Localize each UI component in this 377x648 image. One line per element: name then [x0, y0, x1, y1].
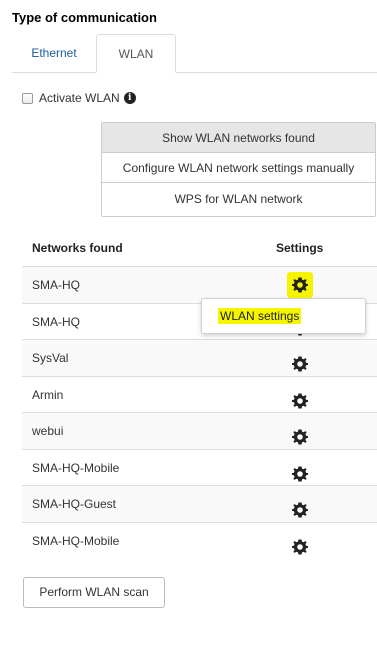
- perform-wlan-scan-button[interactable]: Perform WLAN scan: [23, 577, 165, 608]
- gear-icon[interactable]: [292, 423, 308, 445]
- table-row: SMA-HQ-Mobile: [22, 521, 377, 559]
- network-name: webui: [32, 424, 64, 438]
- table-row: Armin: [22, 375, 377, 413]
- wlan-settings-menu: WLAN settings: [201, 298, 366, 334]
- section-title: Type of communication: [12, 10, 157, 25]
- table-row: SMA-HQ-Mobile: [22, 448, 377, 486]
- gear-icon[interactable]: [292, 496, 308, 518]
- network-name: Armin: [32, 387, 64, 402]
- network-name: SMA-HQ: [32, 278, 80, 292]
- activate-wlan-checkbox[interactable]: [22, 92, 33, 104]
- tab-bar: Ethernet WLAN: [12, 34, 377, 73]
- column-header-settings: Settings: [276, 241, 324, 255]
- network-name: SMA-HQ: [32, 314, 80, 329]
- tab-ethernet[interactable]: Ethernet: [12, 34, 96, 72]
- gear-icon[interactable]: [292, 460, 308, 481]
- network-name: SMA-HQ-Guest: [32, 497, 117, 511]
- table-row: SysVal: [22, 339, 377, 376]
- configure-wlan-manually-button[interactable]: Configure WLAN network settings manually: [102, 153, 375, 183]
- network-name: SMA-HQ-Mobile: [32, 533, 120, 548]
- column-header-networks: Networks found: [32, 241, 123, 255]
- info-circle-icon[interactable]: i: [123, 92, 136, 104]
- gear-icon[interactable]: [292, 350, 308, 372]
- wlan-button-group: Show WLAN networks found Configure WLAN …: [101, 122, 376, 217]
- activate-wlan-label: Activate WLAN: [39, 91, 120, 105]
- network-name: SMA-HQ-Mobile: [32, 460, 120, 475]
- table-header: Networks found Settings: [22, 230, 377, 266]
- network-name: SysVal: [32, 351, 69, 365]
- wps-wlan-button[interactable]: WPS for WLAN network: [102, 183, 375, 216]
- table-row: SMA-HQ-Guest: [22, 485, 377, 522]
- gear-icon[interactable]: [292, 533, 308, 554]
- gear-icon[interactable]: [292, 387, 308, 408]
- networks-table: Networks found Settings SMA-HQ SMA-HQ SysV…: [22, 230, 377, 558]
- tab-wlan[interactable]: WLAN: [96, 34, 176, 73]
- activate-wlan-row: Activate WLAN i: [22, 90, 136, 106]
- wlan-settings-menu-item[interactable]: WLAN settings: [218, 308, 302, 324]
- table-row: webui: [22, 412, 377, 449]
- show-wlan-networks-button[interactable]: Show WLAN networks found: [102, 123, 375, 153]
- gear-icon[interactable]: [287, 272, 313, 298]
